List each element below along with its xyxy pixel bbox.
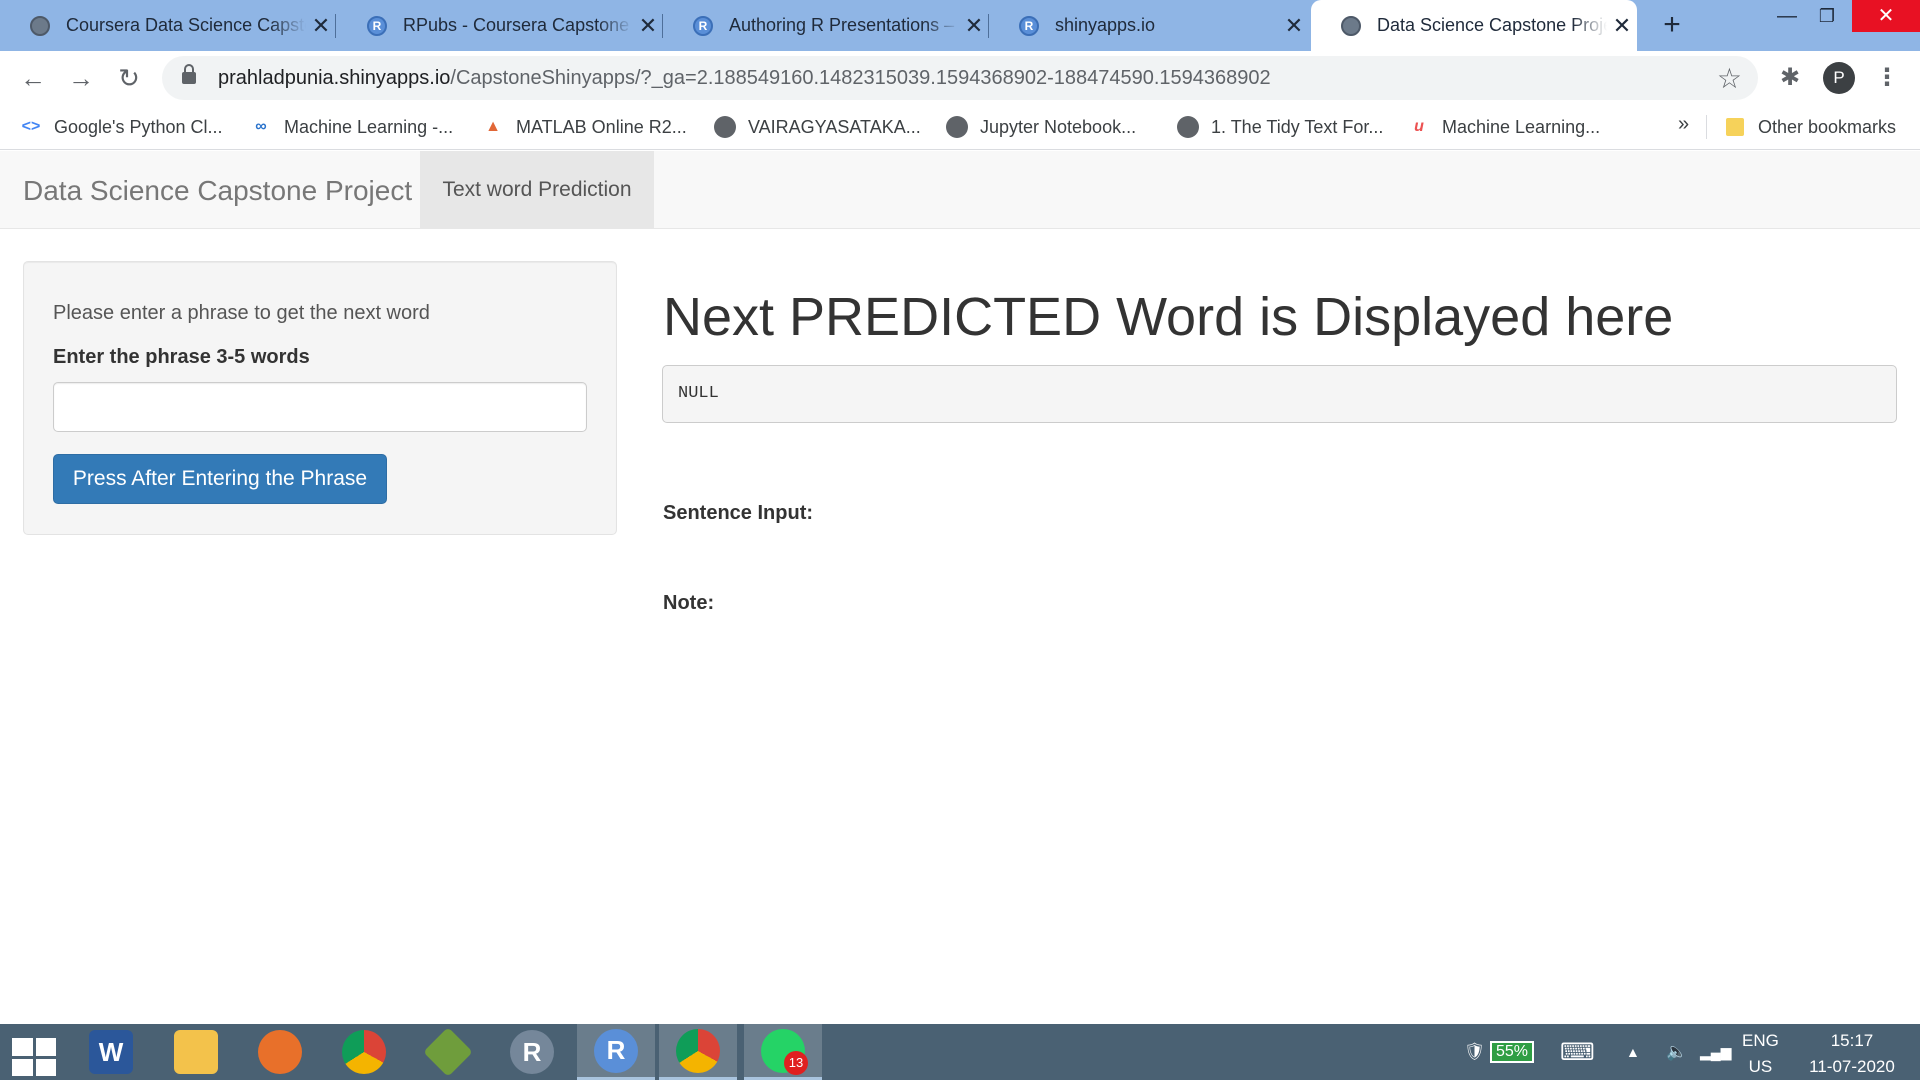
browser-tab[interactable]: R Authoring R Presentations – RStudio ✕	[663, 0, 989, 51]
folder-icon	[1726, 118, 1744, 136]
language-indicator[interactable]: ENG US	[1742, 1028, 1779, 1080]
taskbar-app[interactable]: R	[493, 1024, 571, 1080]
r-icon: R	[594, 1028, 638, 1073]
r-icon: R	[693, 15, 713, 36]
globe-icon	[1341, 15, 1361, 36]
app-icon	[423, 1027, 473, 1077]
bookmark-item[interactable]: VAIRAGYASATAKA...	[714, 105, 921, 149]
close-icon[interactable]: ✕	[1607, 13, 1637, 39]
taskbar-app[interactable]: R	[577, 1024, 655, 1080]
browser-tab-active[interactable]: Data Science Capstone Project ✕	[1311, 0, 1637, 51]
r-icon: R	[1019, 15, 1039, 36]
submit-phrase-button[interactable]: Press After Entering the Phrase	[53, 454, 387, 504]
battery-icon[interactable]: 55%	[1490, 1024, 1535, 1080]
browser-tab[interactable]: Coursera Data Science Capstone ✕	[0, 0, 336, 51]
restore-button[interactable]: ❐	[1800, 0, 1854, 32]
bookmark-item[interactable]: ∞ Machine Learning -...	[250, 105, 453, 149]
sync-icon	[258, 1030, 302, 1074]
bookmark-item[interactable]: Jupyter Notebook...	[946, 105, 1136, 149]
chevron-up-icon[interactable]: ▲	[1626, 1024, 1640, 1080]
tab-title: Data Science Capstone Project	[1377, 15, 1607, 35]
menu-kebab-icon[interactable]: ⋮	[1872, 63, 1902, 93]
address-bar[interactable]: prahladpunia.shinyapps.io/CapstoneShinya…	[162, 56, 1758, 100]
profile-avatar[interactable]: P	[1823, 62, 1855, 94]
sentence-input-label: Sentence Input:	[663, 502, 814, 524]
browser-tab[interactable]: R RPubs - Coursera Capstone Project ✕	[337, 0, 663, 51]
taskbar-app[interactable]	[409, 1024, 487, 1080]
tab-title: shinyapps.io	[1055, 15, 1156, 35]
new-tab-button[interactable]: +	[1655, 8, 1689, 42]
bookmark-star-icon[interactable]: ☆	[1717, 62, 1742, 95]
clock[interactable]: 15:17 11-07-2020	[1800, 1028, 1904, 1080]
taskbar-app[interactable]: W	[72, 1024, 150, 1080]
taskbar-app[interactable]	[157, 1024, 235, 1080]
chrome-icon	[676, 1028, 720, 1073]
prediction-output: NULL	[662, 365, 1897, 423]
globe-icon	[1177, 116, 1199, 138]
close-icon[interactable]: ✕	[1279, 13, 1309, 39]
windows-start-icon[interactable]	[12, 1038, 56, 1076]
window-close-button[interactable]: ✕	[1852, 0, 1920, 32]
prediction-heading: Next PREDICTED Word is Displayed here	[663, 287, 1674, 347]
close-icon[interactable]: ✕	[959, 13, 989, 39]
reload-icon[interactable]: ↻	[114, 63, 144, 93]
tab-text-word-prediction[interactable]: Text word Prediction	[420, 151, 654, 229]
bookmark-item[interactable]: 1. The Tidy Text For...	[1177, 105, 1383, 149]
browser-tab[interactable]: R shinyapps.io ✕	[989, 0, 1309, 51]
globe-icon	[714, 116, 736, 138]
r-icon: R	[367, 15, 387, 36]
globe-icon	[30, 15, 50, 36]
close-icon[interactable]: ✕	[633, 13, 663, 39]
tab-title: RPubs - Coursera Capstone Project	[403, 15, 633, 35]
word-icon: W	[89, 1030, 133, 1074]
taskbar-app[interactable]	[744, 1024, 822, 1080]
udemy-icon: u	[1414, 118, 1424, 135]
code-icon: <>	[21, 118, 41, 135]
network-icon[interactable]: ▂▄▆	[1700, 1024, 1731, 1080]
taskbar: W R R 🛡 55% ⌨ ▲ 🔈 ▂▄▆ ENG US 15:17 11-07…	[0, 1024, 1920, 1080]
coursera-icon: ∞	[255, 118, 267, 135]
volume-icon[interactable]: 🔈	[1666, 1024, 1687, 1080]
globe-icon	[946, 116, 968, 138]
tab-title: Authoring R Presentations – RStudio	[729, 15, 959, 35]
matlab-icon: ▲	[485, 118, 501, 135]
lock-icon[interactable]	[182, 64, 196, 84]
app-brand: Data Science Capstone Project	[23, 175, 413, 206]
back-arrow-icon[interactable]: ←	[18, 63, 48, 93]
tab-title: Coursera Data Science Capstone	[66, 15, 306, 35]
help-text: Please enter a phrase to get the next wo…	[53, 302, 430, 324]
phrase-input[interactable]	[53, 382, 587, 432]
taskbar-app[interactable]	[659, 1024, 737, 1080]
taskbar-app[interactable]	[241, 1024, 319, 1080]
security-shield-icon[interactable]: 🛡	[1464, 1024, 1486, 1080]
extensions-icon[interactable]: ✱	[1775, 63, 1805, 93]
bookmark-item[interactable]: u Machine Learning...	[1408, 105, 1600, 149]
bookmark-item[interactable]: ▲ MATLAB Online R2...	[482, 105, 687, 149]
bookmarks-bar: <> Google's Python Cl... ∞ Machine Learn…	[0, 105, 1920, 150]
other-bookmarks[interactable]: Other bookmarks	[1726, 105, 1896, 149]
more-bookmarks-button[interactable]: »	[1678, 113, 1689, 136]
phrase-input-label: Enter the phrase 3-5 words	[53, 346, 310, 368]
taskbar-app[interactable]	[325, 1024, 403, 1080]
forward-arrow-icon[interactable]: →	[66, 63, 96, 93]
close-icon[interactable]: ✕	[306, 13, 336, 39]
url-text[interactable]: prahladpunia.shinyapps.io/CapstoneShinya…	[218, 67, 1271, 90]
notification-badge: 13	[784, 1051, 808, 1075]
chrome-icon	[342, 1030, 386, 1074]
app-navbar: Data Science Capstone Project Text word …	[0, 151, 1920, 229]
browser-tab-strip: Coursera Data Science Capstone ✕ R RPubs…	[0, 0, 1920, 51]
keyboard-icon[interactable]: ⌨	[1560, 1024, 1595, 1080]
address-toolbar: ← → ↻ prahladpunia.shinyapps.io/Capstone…	[0, 51, 1920, 105]
file-explorer-icon	[174, 1030, 218, 1074]
rstudio-icon: R	[510, 1030, 554, 1074]
sidebar-panel: Please enter a phrase to get the next wo…	[23, 261, 617, 535]
bookmark-item[interactable]: <> Google's Python Cl...	[20, 105, 223, 149]
note-label: Note:	[663, 592, 715, 614]
